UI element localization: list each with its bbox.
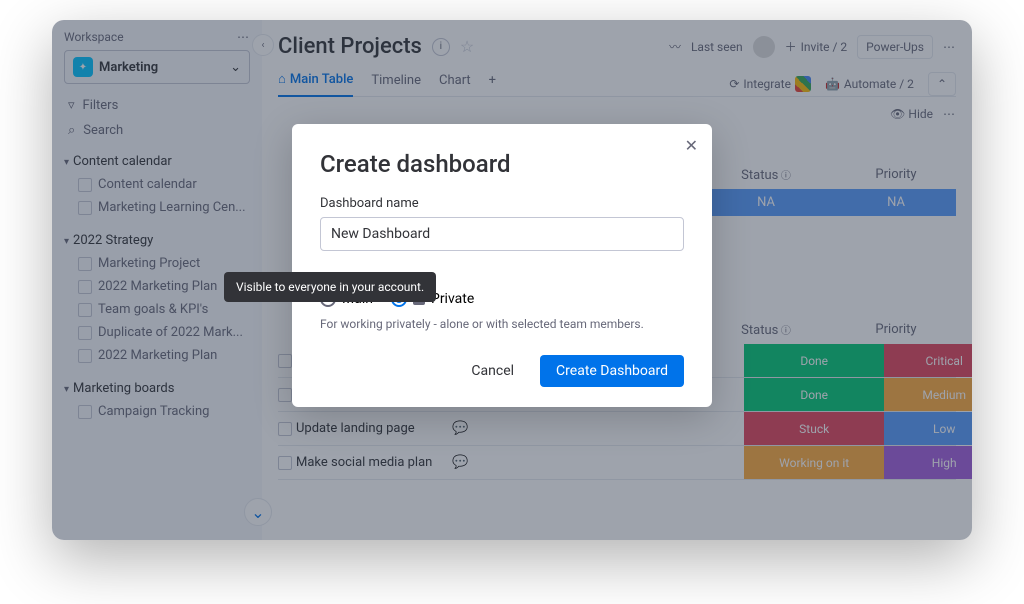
- tooltip: Visible to everyone in your account.: [224, 272, 436, 302]
- create-dashboard-button[interactable]: Create Dashboard: [540, 355, 684, 387]
- close-icon[interactable]: ✕: [685, 136, 698, 155]
- create-dashboard-modal: ✕ Create dashboard Dashboard name Main P…: [292, 124, 712, 407]
- app-window: Workspace ✦ Marketing ⌄ ▿ Filters ⌕ Sear…: [52, 20, 972, 540]
- modal-title: Create dashboard: [320, 150, 684, 178]
- dashboard-name-label: Dashboard name: [320, 196, 684, 211]
- cancel-button[interactable]: Cancel: [455, 355, 530, 387]
- privacy-description: For working privately - alone or with se…: [320, 317, 684, 331]
- dashboard-name-input[interactable]: [320, 217, 684, 251]
